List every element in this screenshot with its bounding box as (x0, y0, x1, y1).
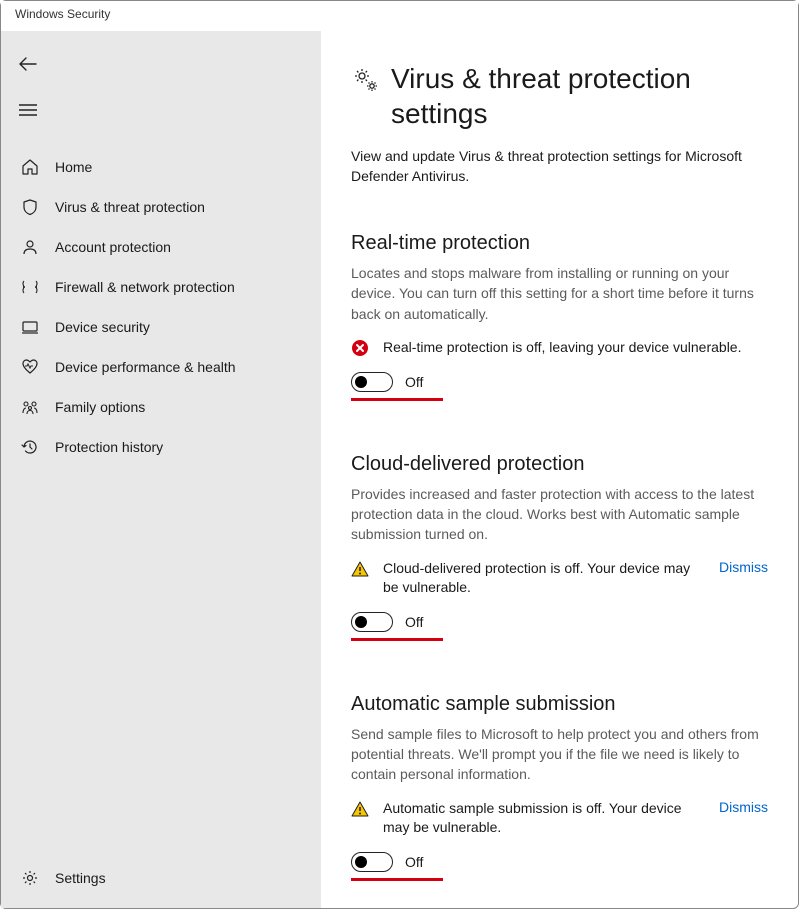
highlight-mark (351, 878, 443, 881)
warning-icon (351, 800, 373, 818)
sidebar-item-account[interactable]: Account protection (1, 227, 321, 267)
device-security-icon (19, 318, 41, 336)
menu-button[interactable] (19, 91, 57, 129)
heart-health-icon (19, 358, 41, 376)
page-title: Virus & threat protection settings (391, 61, 768, 131)
sidebar-item-device-security[interactable]: Device security (1, 307, 321, 347)
settings-gears-icon (351, 61, 381, 95)
alert-row: Automatic sample submission is off. Your… (351, 799, 768, 838)
family-icon (19, 398, 41, 416)
section-description: Send sample files to Microsoft to help p… (351, 724, 768, 785)
dismiss-link[interactable]: Dismiss (719, 799, 768, 815)
sidebar-item-label: Family options (55, 399, 145, 415)
cloud-toggle[interactable] (351, 612, 393, 632)
section-description: Provides increased and faster protection… (351, 484, 768, 545)
section-realtime: Real-time protection Locates and stops m… (351, 232, 768, 400)
toggle-state-label: Off (405, 374, 423, 390)
hamburger-icon (19, 103, 37, 117)
section-cloud: Cloud-delivered protection Provides incr… (351, 453, 768, 641)
page-description: View and update Virus & threat protectio… (351, 147, 768, 186)
highlight-mark (351, 398, 443, 401)
dismiss-link[interactable]: Dismiss (719, 559, 768, 575)
alert-row: Cloud-delivered protection is off. Your … (351, 559, 768, 598)
sidebar-item-label: Account protection (55, 239, 171, 255)
sidebar: Home Virus & threat protection Account p… (1, 31, 321, 908)
sidebar-item-label: Protection history (55, 439, 163, 455)
sidebar-item-home[interactable]: Home (1, 147, 321, 187)
firewall-icon (19, 278, 41, 296)
sidebar-item-label: Firewall & network protection (55, 279, 235, 295)
back-button[interactable] (19, 45, 57, 83)
section-sample: Automatic sample submission Send sample … (351, 693, 768, 881)
sidebar-item-firewall[interactable]: Firewall & network protection (1, 267, 321, 307)
sidebar-item-label: Device performance & health (55, 359, 236, 375)
alert-text: Real-time protection is off, leaving you… (383, 338, 768, 358)
sidebar-item-label: Virus & threat protection (55, 199, 205, 215)
nav-list: Home Virus & threat protection Account p… (1, 147, 321, 858)
sidebar-item-settings[interactable]: Settings (1, 858, 321, 898)
toggle-state-label: Off (405, 854, 423, 870)
sidebar-item-history[interactable]: Protection history (1, 427, 321, 467)
section-title: Automatic sample submission (351, 693, 768, 716)
section-title: Cloud-delivered protection (351, 453, 768, 476)
sidebar-item-label: Device security (55, 319, 150, 335)
sidebar-item-performance[interactable]: Device performance & health (1, 347, 321, 387)
shield-icon (19, 198, 41, 216)
gear-icon (19, 869, 41, 887)
history-icon (19, 438, 41, 456)
warning-icon (351, 560, 373, 578)
back-arrow-icon (19, 57, 37, 71)
highlight-mark (351, 638, 443, 641)
alert-row: Real-time protection is off, leaving you… (351, 338, 768, 358)
section-description: Locates and stops malware from installin… (351, 263, 768, 324)
toggle-state-label: Off (405, 614, 423, 630)
alert-text: Automatic sample submission is off. Your… (383, 799, 709, 838)
account-icon (19, 238, 41, 256)
sample-toggle[interactable] (351, 852, 393, 872)
error-icon (351, 339, 373, 357)
home-icon (19, 158, 41, 176)
main-content: Virus & threat protection settings View … (321, 31, 798, 908)
sidebar-item-family[interactable]: Family options (1, 387, 321, 427)
sidebar-item-label: Settings (55, 870, 106, 886)
realtime-toggle[interactable] (351, 372, 393, 392)
sidebar-item-label: Home (55, 159, 92, 175)
sidebar-item-virus-threat[interactable]: Virus & threat protection (1, 187, 321, 227)
window-title: Windows Security (1, 1, 798, 31)
section-title: Real-time protection (351, 232, 768, 255)
alert-text: Cloud-delivered protection is off. Your … (383, 559, 709, 598)
